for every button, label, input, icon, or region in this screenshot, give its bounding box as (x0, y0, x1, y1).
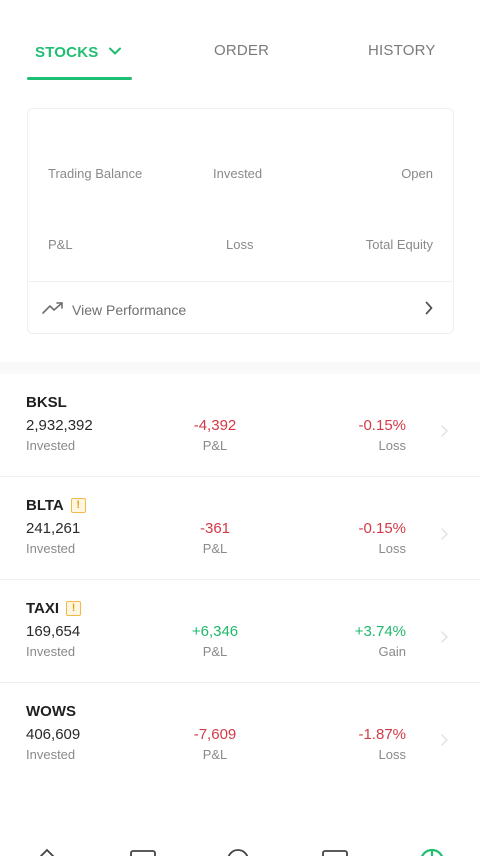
card-divider (28, 281, 453, 282)
invested-caption: Invested (26, 644, 76, 659)
stock-row[interactable]: TAXI ! 169,654 Invested +6,346 P&L +3.74… (0, 580, 480, 683)
pl-caption: P&L (202, 644, 228, 659)
stock-row[interactable]: BLTA ! 241,261 Invested -361 P&L -0.15% … (0, 477, 480, 580)
stock-ticker: BLTA ! (26, 497, 86, 514)
chevron-right-icon (441, 630, 449, 648)
invested-value: 2,932,392 (26, 417, 93, 434)
view-performance-link[interactable]: View Performance (42, 301, 186, 318)
pl-caption: P&L (202, 438, 228, 453)
percent-caption: Loss (378, 541, 406, 556)
invested-caption: Invested (26, 541, 76, 556)
percent-change: +3.74% (354, 623, 406, 640)
invested-caption: Invested (26, 747, 76, 762)
chevron-right-icon (441, 527, 449, 545)
pl-value: -361 (199, 520, 231, 537)
invested-caption: Invested (26, 438, 76, 453)
home-icon[interactable] (36, 846, 58, 856)
percent-caption: Loss (378, 747, 406, 762)
bottom-navigation (0, 840, 480, 856)
tab-stocks[interactable]: STOCKS (35, 42, 121, 61)
chevron-right-icon[interactable] (425, 301, 433, 320)
stock-ticker-label: WOWS (26, 703, 76, 720)
stock-ticker-label: BLTA (26, 497, 64, 514)
wallet-icon[interactable] (322, 846, 348, 856)
chevron-right-icon (441, 733, 449, 751)
stock-ticker: WOWS (26, 703, 76, 720)
chevron-down-icon (108, 42, 121, 59)
tab-order[interactable]: ORDER (214, 42, 269, 59)
stock-ticker: TAXI ! (26, 600, 82, 617)
portfolio-summary-card: Trading Balance Invested Open P&L Loss T… (27, 108, 454, 334)
trading-balance-label: Trading Balance (48, 166, 143, 181)
percent-caption: Gain (378, 644, 406, 659)
pl-value: -7,609 (193, 726, 237, 743)
active-tab-indicator (27, 77, 132, 80)
percent-change: -1.87% (358, 726, 406, 743)
percent-change: -0.15% (358, 417, 406, 434)
view-performance-label: View Performance (72, 301, 187, 318)
chevron-right-icon (441, 424, 449, 442)
tab-history[interactable]: HISTORY (368, 42, 436, 59)
invested-value: 241,261 (26, 520, 81, 537)
pl-value: +6,346 (191, 623, 239, 640)
open-label: Open (401, 166, 433, 181)
warning-badge-icon[interactable]: ! (70, 498, 86, 513)
total-equity-label: Total Equity (365, 237, 433, 252)
stock-ticker-label: BKSL (26, 394, 67, 411)
tab-history-label: HISTORY (368, 42, 436, 59)
tab-order-label: ORDER (214, 42, 270, 59)
stock-ticker: BKSL (26, 394, 67, 411)
invested-value: 406,609 (26, 726, 81, 743)
pl-value: -4,392 (193, 417, 237, 434)
percent-caption: Loss (378, 438, 406, 453)
pl-caption: P&L (202, 541, 228, 556)
loss-label: Loss (226, 237, 254, 252)
stock-ticker-label: TAXI (26, 600, 60, 617)
pl-caption: P&L (202, 747, 228, 762)
invested-label: Invested (213, 166, 263, 181)
stock-row[interactable]: WOWS 406,609 Invested -7,609 P&L -1.87% … (0, 683, 480, 786)
chart-pie-icon[interactable] (418, 846, 446, 856)
portfolio-icon[interactable] (130, 846, 156, 856)
pl-label: P&L (48, 237, 73, 252)
tab-stocks-label: STOCKS (35, 44, 99, 61)
section-separator (0, 362, 480, 374)
trending-up-icon (42, 301, 72, 318)
invested-value: 169,654 (26, 623, 81, 640)
search-icon[interactable] (226, 846, 250, 856)
percent-change: -0.15% (358, 520, 406, 537)
stock-row[interactable]: BKSL 2,932,392 Invested -4,392 P&L -0.15… (0, 374, 480, 477)
tab-bar: STOCKS ORDER HISTORY (0, 0, 480, 82)
warning-badge-icon[interactable]: ! (66, 601, 82, 616)
